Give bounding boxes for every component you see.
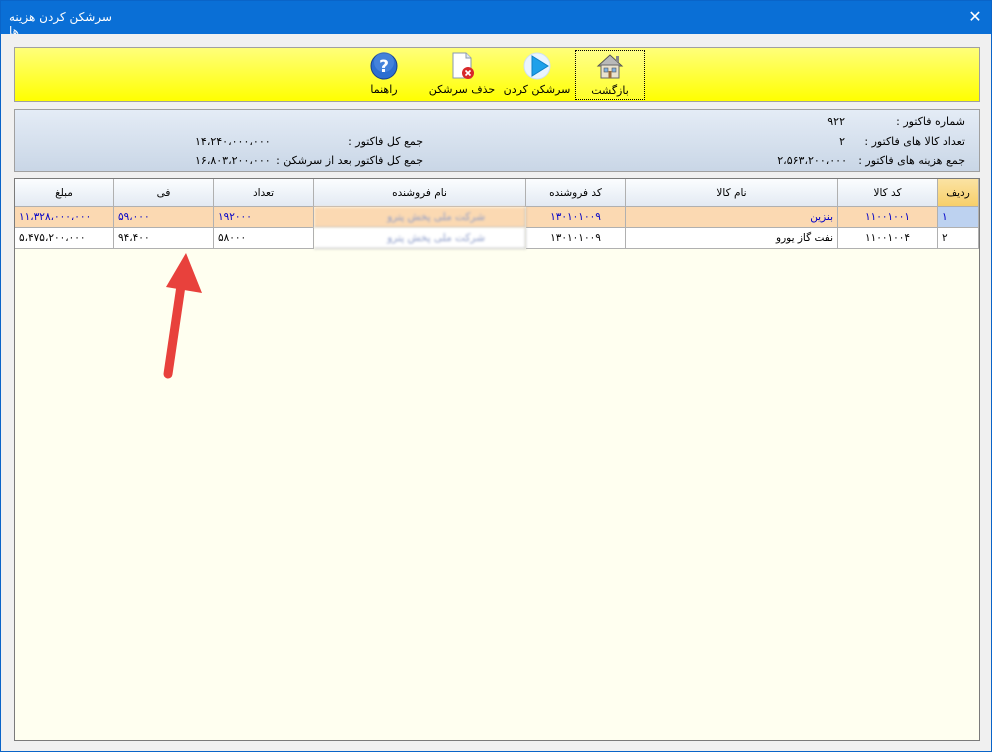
back-button-label: بازگشت: [591, 84, 629, 97]
cell-item-name[interactable]: نفت گاز یورو: [626, 228, 838, 249]
cell-amount[interactable]: ۱۱،۳۲۸،۰۰۰،۰۰۰: [15, 207, 114, 228]
cell-unit-price[interactable]: ۹۴،۴۰۰: [114, 228, 214, 249]
close-icon[interactable]: ✕: [962, 5, 988, 29]
table-row[interactable]: ۲ ۱۱۰۰۱۰۰۴ نفت گاز یورو ۱۳۰۱۰۱۰۰۹ شرکت م…: [15, 228, 979, 249]
cell-item-code[interactable]: ۱۱۰۰۱۰۰۴: [838, 228, 938, 249]
header-seller-name[interactable]: نام فروشنده: [314, 179, 526, 207]
cell-row-number[interactable]: ۱: [938, 207, 979, 228]
header-unit-price[interactable]: فی: [114, 179, 214, 207]
help-icon: ?: [370, 52, 398, 80]
after-total-label: جمع کل فاکتور بعد از سرشکن :: [276, 154, 423, 167]
invoice-total-label: جمع کل فاکتور :: [348, 135, 423, 148]
annotation-arrow-icon: [163, 253, 202, 379]
home-icon: [596, 54, 624, 79]
costs-total-label: جمع هزینه های فاکتور :: [858, 154, 965, 167]
cell-unit-price[interactable]: ۵۹،۰۰۰: [114, 207, 214, 228]
delete-apportion-button-label: حذف سرشکن: [428, 83, 496, 96]
invoice-number-label: شماره فاکتور :: [896, 115, 965, 128]
cell-seller-code[interactable]: ۱۳۰۱۰۱۰۰۹: [526, 207, 626, 228]
cell-seller-name[interactable]: شرکت ملی پخش پترو: [314, 207, 526, 228]
toolbar: بازگشت سرشکن کردن حذف سرشکن ? راهنما: [14, 47, 980, 102]
cell-item-code[interactable]: ۱۱۰۰۱۰۰۱: [838, 207, 938, 228]
header-seller-code[interactable]: کد فروشنده: [526, 179, 626, 207]
app-window: سرشکن کردن هزینه ها ✕ بازگشت سرشکن کردن …: [0, 0, 992, 752]
cell-seller-name[interactable]: شرکت ملی پخش پترو: [314, 228, 526, 249]
header-quantity[interactable]: تعداد: [214, 179, 314, 207]
invoice-total-value: ۱۴،۲۴۰،۰۰۰،۰۰۰: [195, 135, 271, 148]
header-amount[interactable]: مبلغ: [15, 179, 114, 207]
header-item-code[interactable]: کد کالا: [838, 179, 938, 207]
header-item-name[interactable]: نام کالا: [626, 179, 838, 207]
cell-item-name[interactable]: بنزین: [626, 207, 838, 228]
item-count-value: ۲: [839, 135, 845, 148]
cell-row-number[interactable]: ۲: [938, 228, 979, 249]
client-area: بازگشت سرشکن کردن حذف سرشکن ? راهنما شما…: [1, 34, 991, 751]
title-bar[interactable]: سرشکن کردن هزینه ها ✕: [1, 1, 991, 38]
help-button[interactable]: ? راهنما: [351, 50, 417, 100]
after-total-value: ۱۶،۸۰۳،۲۰۰،۰۰۰: [195, 154, 271, 167]
invoice-info-panel: شماره فاکتور : ۹۲۲ تعداد کالا های فاکتور…: [14, 109, 980, 172]
apportion-button-label: سرشکن کردن: [503, 83, 571, 96]
apportion-button[interactable]: سرشکن کردن: [502, 50, 572, 100]
back-button[interactable]: بازگشت: [575, 50, 645, 100]
cell-quantity[interactable]: ۵۸۰۰۰: [214, 228, 314, 249]
invoice-number-value: ۹۲۲: [827, 115, 845, 128]
cell-quantity[interactable]: ۱۹۲۰۰۰: [214, 207, 314, 228]
play-icon: [523, 52, 551, 80]
table-row[interactable]: ۱ ۱۱۰۰۱۰۰۱ بنزین ۱۳۰۱۰۱۰۰۹ شرکت ملی پخش …: [15, 207, 979, 228]
help-button-label: راهنما: [370, 83, 398, 96]
cell-seller-code[interactable]: ۱۳۰۱۰۱۰۰۹: [526, 228, 626, 249]
header-row-number[interactable]: ردیف: [938, 179, 979, 207]
grid-header-row: ردیف کد کالا نام کالا کد فروشنده نام فرو…: [15, 179, 979, 207]
delete-document-icon: [452, 52, 474, 79]
costs-total-value: ۲،۵۶۳،۲۰۰،۰۰۰: [777, 154, 847, 167]
cell-amount[interactable]: ۵،۴۷۵،۲۰۰،۰۰۰: [15, 228, 114, 249]
delete-apportion-button[interactable]: حذف سرشکن: [425, 50, 499, 100]
svg-text:?: ?: [379, 57, 389, 77]
item-count-label: تعداد کالا های فاکتور :: [864, 135, 965, 148]
